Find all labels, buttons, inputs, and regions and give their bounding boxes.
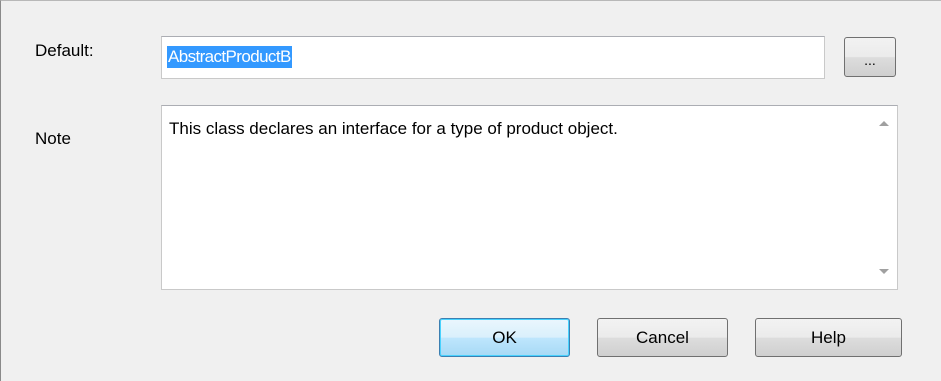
- ok-button[interactable]: OK: [439, 318, 570, 357]
- scroll-up-arrow-icon[interactable]: [879, 121, 889, 126]
- scroll-down-arrow-icon[interactable]: [879, 269, 889, 274]
- browse-button[interactable]: ...: [844, 37, 896, 77]
- default-label: Default:: [35, 41, 94, 60]
- browse-button-label: ...: [864, 52, 876, 68]
- default-input-selected-text: AbstractProductB: [167, 46, 292, 68]
- dialog-window: Default: AbstractProductB ... Note This …: [0, 0, 941, 381]
- note-scrollbar[interactable]: [871, 106, 897, 289]
- note-text: This class declares an interface for a t…: [169, 119, 618, 138]
- cancel-button[interactable]: Cancel: [597, 318, 728, 357]
- note-textarea[interactable]: This class declares an interface for a t…: [161, 105, 898, 290]
- default-input[interactable]: AbstractProductB: [161, 36, 825, 79]
- help-button[interactable]: Help: [755, 318, 902, 357]
- note-label: Note: [35, 129, 71, 148]
